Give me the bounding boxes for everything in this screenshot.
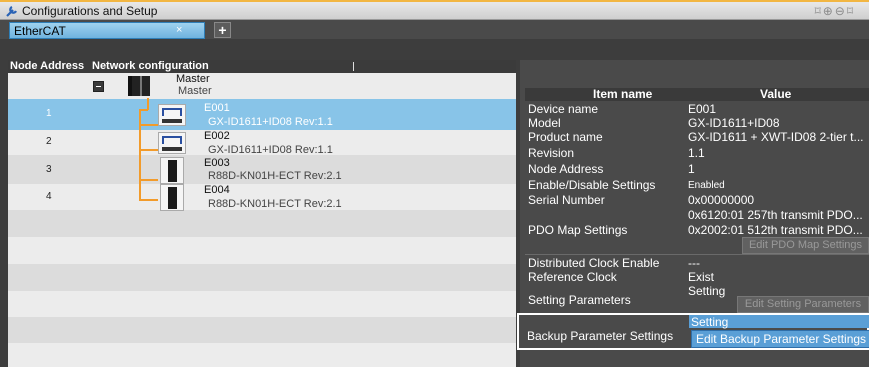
- add-tab-button[interactable]: +: [214, 22, 231, 38]
- item-name-header: Item name: [593, 87, 653, 101]
- empty-row: [8, 237, 516, 264]
- empty-row: [8, 291, 516, 317]
- edit-setting-parameters-button[interactable]: Edit Setting Parameters: [737, 296, 869, 313]
- empty-row: [8, 343, 516, 367]
- node-model: GX-ID1611+ID08 Rev:1.1: [208, 144, 333, 156]
- servo-drive-icon: [160, 184, 184, 211]
- window-tool-icons[interactable]: ⌑⊕⊖⌑: [815, 4, 855, 18]
- node-name: E003: [204, 157, 230, 169]
- edit-backup-parameter-settings-button[interactable]: Edit Backup Parameter Settings: [691, 330, 869, 348]
- value-header: Value: [760, 87, 792, 101]
- empty-row: [8, 264, 516, 291]
- close-icon[interactable]: ×: [176, 24, 182, 36]
- node-model: GX-ID1611+ID08 Rev:1.1: [208, 116, 333, 128]
- backup-value: Setting: [691, 315, 729, 329]
- divider: [525, 254, 869, 255]
- node-model: R88D-KN01H-ECT Rev:2.1: [208, 198, 342, 210]
- node-name: E002: [204, 130, 230, 142]
- empty-row: [8, 317, 516, 343]
- header-separator[interactable]: [353, 62, 354, 71]
- node-name: E001: [204, 102, 230, 114]
- tab-bar: EtherCAT × +: [0, 20, 869, 39]
- tab-ethercat[interactable]: EtherCAT ×: [9, 22, 205, 39]
- backup-label: Backup Parameter Settings: [527, 329, 674, 343]
- edit-pdo-map-button[interactable]: Edit PDO Map Settings: [742, 237, 869, 254]
- io-device-icon: [158, 132, 186, 154]
- backup-parameter-settings-box: Backup Parameter Settings Setting Edit B…: [517, 313, 869, 350]
- servo-drive-icon: [160, 157, 184, 184]
- window-title-bar: Configurations and Setup ⌑⊕⊖⌑: [0, 0, 869, 20]
- io-device-icon: [158, 104, 186, 126]
- node-model: R88D-KN01H-ECT Rev:2.1: [208, 170, 342, 182]
- wrench-icon: [6, 6, 17, 17]
- properties-header: Item name Value: [525, 88, 869, 101]
- tab-label: EtherCAT: [14, 24, 66, 38]
- window-title: Configurations and Setup: [22, 4, 158, 18]
- node-name: E004: [204, 184, 230, 196]
